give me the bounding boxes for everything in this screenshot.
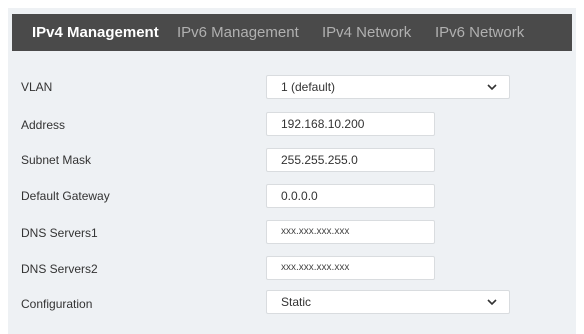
chevron-down-icon <box>487 299 497 306</box>
default-gateway-label: Default Gateway <box>21 189 110 203</box>
dns-servers1-label: DNS Servers1 <box>21 226 98 240</box>
address-input[interactable]: 192.168.10.200 <box>266 112 435 136</box>
configuration-select-value: Static <box>281 295 312 309</box>
dns-servers2-input[interactable]: xxx.xxx.xxx.xxx <box>266 256 435 280</box>
tab-ipv6-management[interactable]: IPv6 Management <box>177 14 299 51</box>
dns-servers2-label: DNS Servers2 <box>21 262 98 276</box>
dns-servers1-input[interactable]: xxx.xxx.xxx.xxx <box>266 220 435 244</box>
tab-ipv6-network[interactable]: IPv6 Network <box>435 14 524 51</box>
address-label: Address <box>21 118 66 132</box>
vlan-select-value: 1 (default) <box>281 80 336 94</box>
vlan-label: VLAN <box>21 80 53 94</box>
vlan-select[interactable]: 1 (default) <box>266 75 510 99</box>
configuration-label: Configuration <box>21 297 93 311</box>
configuration-select[interactable]: Static <box>266 290 510 314</box>
subnet-mask-input[interactable]: 255.255.255.0 <box>266 148 435 172</box>
tab-ipv4-network[interactable]: IPv4 Network <box>322 14 411 51</box>
default-gateway-input[interactable]: 0.0.0.0 <box>266 184 435 208</box>
tab-bar: IPv4 Management IPv6 Management IPv4 Net… <box>12 14 572 51</box>
subnet-mask-label: Subnet Mask <box>21 153 92 167</box>
chevron-down-icon <box>487 84 497 91</box>
tab-ipv4-management[interactable]: IPv4 Management <box>32 14 159 51</box>
